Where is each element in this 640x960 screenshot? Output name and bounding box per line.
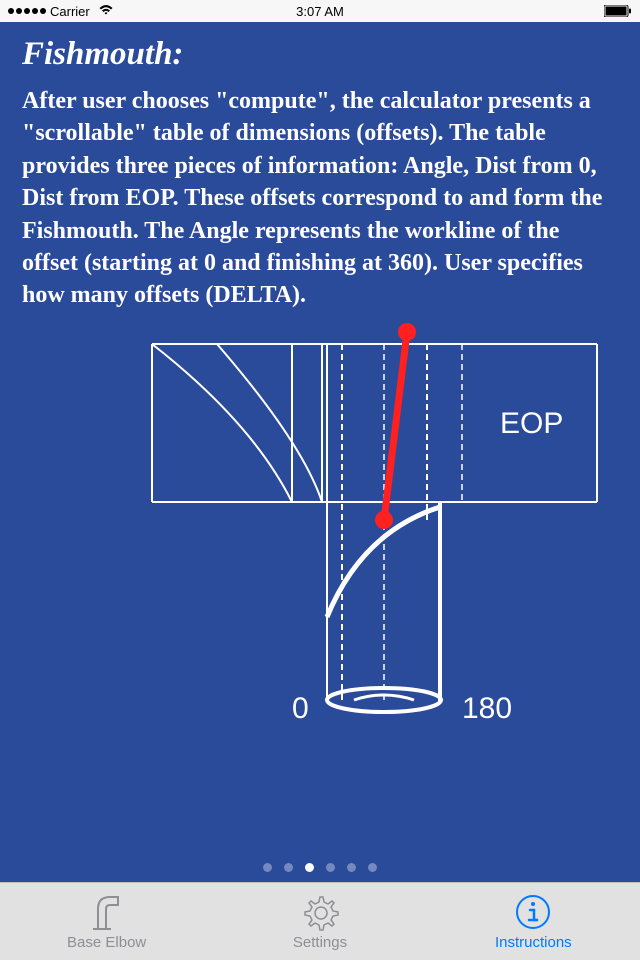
tab-label: Settings bbox=[293, 934, 347, 951]
tab-label: Base Elbow bbox=[67, 934, 146, 951]
page-dot-3[interactable] bbox=[305, 863, 314, 872]
status-left: Carrier bbox=[8, 4, 114, 19]
tab-bar: Base Elbow Settings Instructions bbox=[0, 882, 640, 960]
page-indicator[interactable] bbox=[263, 863, 377, 872]
gear-icon bbox=[301, 893, 339, 931]
page-title: Fishmouth: bbox=[22, 36, 618, 73]
diagram-label-0: 0 bbox=[292, 692, 309, 726]
page-dot-2[interactable] bbox=[284, 863, 293, 872]
page-description: After user chooses "compute", the calcul… bbox=[22, 85, 618, 312]
status-right bbox=[604, 5, 632, 17]
status-bar: Carrier 3:07 AM bbox=[0, 0, 640, 22]
carrier-label: Carrier bbox=[50, 4, 90, 19]
fishmouth-diagram: EOP 0 180 bbox=[22, 322, 618, 752]
base-elbow-icon bbox=[88, 893, 126, 931]
page-dot-1[interactable] bbox=[263, 863, 272, 872]
signal-strength-icon bbox=[8, 8, 46, 14]
tab-label: Instructions bbox=[495, 934, 572, 951]
diagram-label-180: 180 bbox=[462, 692, 512, 726]
info-icon bbox=[514, 893, 552, 931]
tab-instructions[interactable]: Instructions bbox=[427, 883, 640, 960]
status-time: 3:07 AM bbox=[296, 4, 344, 19]
page-dot-4[interactable] bbox=[326, 863, 335, 872]
battery-icon bbox=[604, 5, 632, 17]
wifi-icon bbox=[98, 4, 114, 19]
tab-settings[interactable]: Settings bbox=[213, 883, 426, 960]
tab-base-elbow[interactable]: Base Elbow bbox=[0, 883, 213, 960]
page-dot-5[interactable] bbox=[347, 863, 356, 872]
diagram-label-eop: EOP bbox=[500, 407, 563, 441]
instructions-content[interactable]: Fishmouth: After user chooses "compute",… bbox=[0, 22, 640, 882]
page-dot-6[interactable] bbox=[368, 863, 377, 872]
